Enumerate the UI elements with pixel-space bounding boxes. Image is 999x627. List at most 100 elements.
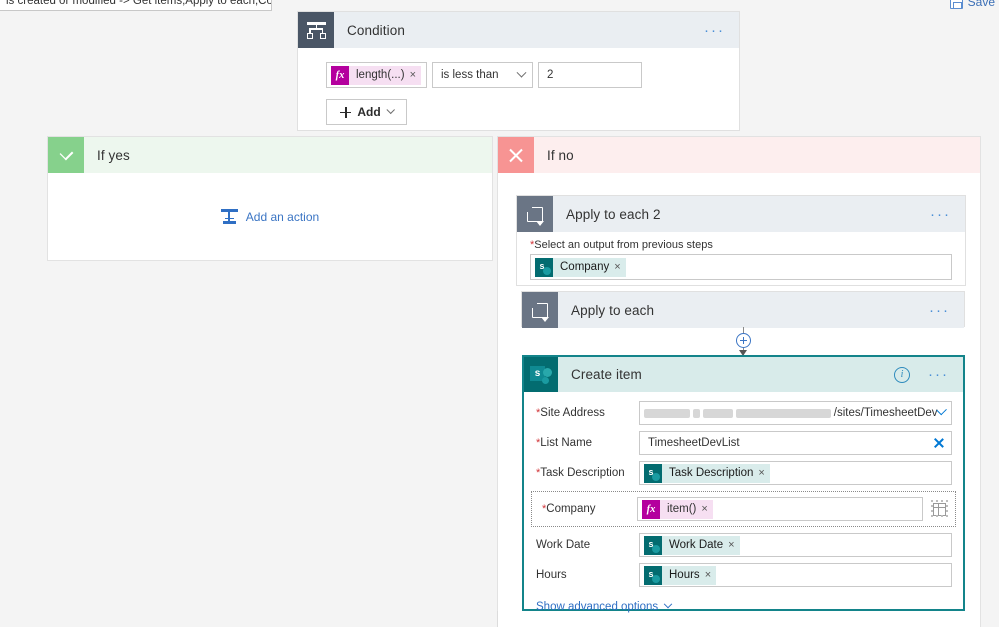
check-icon — [48, 137, 84, 173]
create-item-header: s Create item i ··· — [524, 357, 963, 392]
apply-to-each-title: Apply to each — [571, 302, 655, 318]
apply-to-each-card[interactable]: Apply to each ··· — [521, 291, 965, 328]
if-yes-header: If yes — [48, 137, 492, 173]
condition-icon — [298, 12, 334, 48]
site-address-value-text: /sites/TimesheetDev — [833, 407, 938, 419]
create-item-title: Create item — [571, 367, 642, 382]
work-date-token-label: Work Date — [669, 539, 724, 551]
create-item-card[interactable]: s Create item i ··· *Site Address /sites… — [522, 355, 965, 613]
length-token-remove[interactable]: × — [410, 69, 421, 81]
add-action-icon — [220, 208, 238, 225]
apply-to-each-2-card[interactable]: Apply to each 2 ··· *Select an output fr… — [516, 195, 966, 286]
if-yes-title: If yes — [97, 147, 130, 163]
save-button[interactable]: Save — [949, 0, 995, 12]
hours-input[interactable]: s Hours × — [639, 563, 952, 587]
task-description-label-text: Task Description — [540, 467, 625, 479]
insert-step-connector — [736, 327, 751, 356]
condition-value-text: 2 — [547, 69, 554, 81]
if-yes-branch: If yes Add an action — [47, 136, 493, 261]
company-token-label: Company — [560, 261, 610, 273]
field-work-date: Work Date s Work Date × — [536, 533, 952, 557]
item-expression-token-label: item() — [667, 503, 697, 515]
chevron-down-icon — [663, 599, 673, 609]
grid-icon[interactable] — [931, 500, 949, 518]
work-date-input[interactable]: s Work Date × — [639, 533, 952, 557]
condition-card[interactable]: Condition ··· fx length(...) × is less t… — [297, 11, 740, 131]
flow-designer-canvas: is created or modified -> Get items,Appl… — [0, 0, 999, 627]
list-name-value: TimesheetDevList — [648, 437, 740, 449]
list-name-label: *List Name — [536, 437, 639, 449]
if-no-header: If no — [498, 137, 980, 173]
sharepoint-icon: s — [644, 535, 662, 555]
apply-to-each-menu-button[interactable]: ··· — [915, 292, 964, 328]
apply-to-each-2-menu-button[interactable]: ··· — [916, 196, 965, 232]
sharepoint-icon: s — [644, 565, 662, 585]
condition-value-input[interactable]: 2 — [538, 62, 642, 88]
site-address-label-text: Site Address — [540, 407, 605, 419]
field-site-address: *Site Address /sites/TimesheetDev — [536, 401, 952, 425]
save-label: Save — [967, 0, 995, 9]
length-token[interactable]: fx length(...) × — [331, 65, 422, 85]
chevron-down-icon — [516, 67, 527, 78]
if-yes-body: Add an action — [48, 173, 492, 260]
task-description-label: *Task Description — [536, 467, 639, 479]
company-label: *Company — [537, 503, 637, 515]
work-date-label: Work Date — [536, 539, 591, 551]
condition-operator-select[interactable]: is less than — [432, 62, 533, 88]
hours-token[interactable]: s Hours × — [644, 565, 717, 585]
fx-icon: fx — [642, 499, 660, 519]
field-hours: Hours s Hours × — [536, 563, 952, 587]
select-output-input[interactable]: s Company × — [530, 254, 952, 280]
site-address-label: *Site Address — [536, 407, 639, 419]
sharepoint-icon: s — [524, 357, 558, 392]
task-description-input[interactable]: s Task Description × — [639, 461, 952, 485]
plus-icon — [340, 106, 352, 118]
task-description-token-remove[interactable]: × — [758, 467, 769, 479]
redacted-block — [692, 408, 700, 418]
work-date-token[interactable]: s Work Date × — [644, 535, 740, 555]
add-an-action-label: Add an action — [245, 209, 320, 224]
site-address-select[interactable]: /sites/TimesheetDev — [639, 401, 952, 425]
sharepoint-icon: s — [644, 463, 662, 483]
create-item-body: *Site Address /sites/TimesheetDev *List … — [524, 392, 963, 613]
plus-circle-icon[interactable] — [736, 333, 751, 348]
create-item-menu-button[interactable]: ··· — [914, 357, 963, 392]
condition-add-button[interactable]: Add — [326, 99, 407, 125]
apply-to-each-2-body: *Select an output from previous steps s … — [517, 232, 965, 280]
condition-title: Condition — [347, 22, 405, 38]
apply-to-each-2-title: Apply to each 2 — [566, 206, 661, 222]
show-advanced-options-label: Show advanced options — [536, 601, 659, 613]
task-description-token-label: Task Description — [669, 467, 754, 479]
condition-menu-button[interactable]: ··· — [690, 12, 739, 48]
breadcrumb[interactable]: is created or modified -> Get items,Appl… — [0, 0, 272, 11]
add-an-action-button[interactable]: Add an action — [220, 208, 320, 225]
company-label-text: Company — [546, 503, 596, 515]
company-token[interactable]: s Company × — [535, 257, 626, 277]
clear-x-icon[interactable] — [933, 437, 945, 449]
item-expression-token-remove[interactable]: × — [701, 503, 712, 515]
list-name-label-text: List Name — [540, 437, 593, 449]
list-name-input[interactable]: TimesheetDevList — [639, 431, 952, 455]
field-list-name: *List Name TimesheetDevList — [536, 431, 952, 455]
chevron-down-icon — [386, 105, 395, 115]
condition-add-label: Add — [357, 105, 381, 119]
redacted-block — [644, 408, 690, 418]
length-token-label: length(...) — [356, 69, 405, 81]
company-token-remove[interactable]: × — [614, 261, 625, 273]
task-description-token[interactable]: s Task Description × — [644, 463, 770, 483]
redacted-block — [735, 408, 831, 418]
company-input[interactable]: fx item() × — [637, 497, 923, 521]
condition-body: fx length(...) × is less than 2 Add — [298, 48, 739, 125]
hours-token-remove[interactable]: × — [705, 569, 716, 581]
work-date-token-remove[interactable]: × — [728, 539, 739, 551]
close-icon — [498, 137, 534, 173]
condition-left-operand-input[interactable]: fx length(...) × — [326, 62, 427, 88]
apply-to-each-header: Apply to each ··· — [522, 292, 964, 328]
item-expression-token[interactable]: fx item() × — [642, 499, 713, 519]
if-no-title: If no — [547, 147, 574, 163]
column-divider — [497, 611, 498, 627]
redacted-block — [702, 408, 733, 418]
info-icon[interactable]: i — [894, 366, 910, 383]
show-advanced-options-button[interactable]: Show advanced options — [536, 599, 952, 613]
loop-icon — [517, 196, 553, 232]
